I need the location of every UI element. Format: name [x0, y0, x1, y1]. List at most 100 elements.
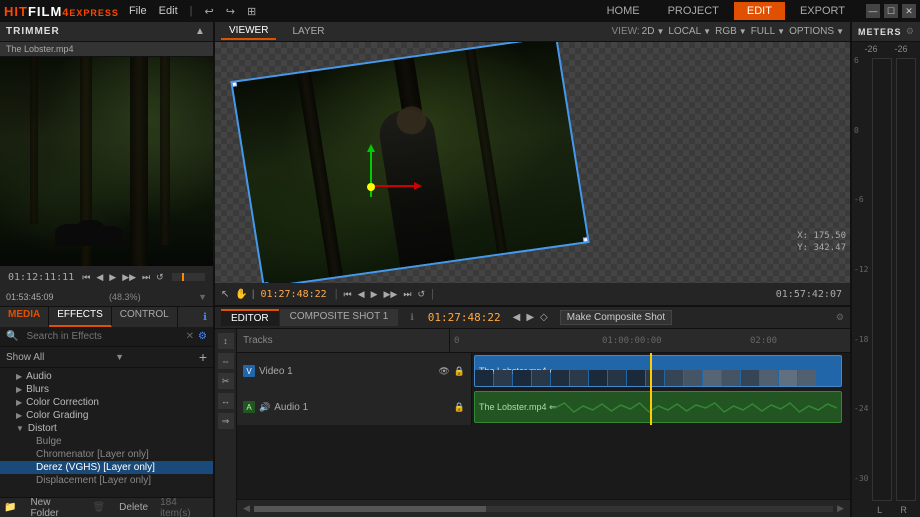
effects-add-btn[interactable]: + — [199, 349, 207, 365]
redo-icon[interactable]: ↪ — [226, 5, 235, 18]
tab-project[interactable]: PROJECT — [655, 2, 732, 20]
tab-editor[interactable]: EDITOR — [221, 309, 279, 326]
timeline-scroll-left[interactable]: ◀ — [243, 503, 250, 514]
meters-settings-btn[interactable]: ⚙ — [906, 26, 914, 37]
timeline-tool-1[interactable]: ↕ — [218, 333, 234, 349]
audio-lock-btn[interactable]: 🔒 — [454, 402, 465, 413]
trimmer-timeline[interactable] — [172, 273, 205, 281]
timeline-scroll-right[interactable]: ▶ — [837, 503, 844, 514]
timeline-side-tools: ↕ ⇔ ✂ ↔ ⇒ — [215, 329, 237, 517]
thumb-6 — [570, 370, 588, 387]
video-visibility-btn[interactable]: 👁 — [438, 366, 449, 377]
trimmer-play-btn[interactable]: ▶ — [107, 271, 118, 284]
viewer-loop-btn[interactable]: ↺ — [415, 288, 427, 301]
audio-track-content: The Lobster.mp4 ⇐ — [472, 389, 850, 425]
tab-export[interactable]: EXPORT — [787, 2, 858, 20]
category-color-correction[interactable]: ▶ Color Correction — [0, 396, 213, 409]
full-mode-dropdown[interactable]: FULL ▼ — [751, 26, 785, 37]
editor-settings-btn[interactable]: ⚙ — [836, 312, 844, 323]
rgb-mode-dropdown[interactable]: RGB ▼ — [715, 26, 747, 37]
grid-icon[interactable]: ⊞ — [247, 5, 256, 18]
audio-mute-btn[interactable]: 🔊 — [259, 402, 270, 413]
editor-add-marker[interactable]: ◇ — [540, 312, 548, 323]
tab-media[interactable]: MEDIA — [0, 307, 49, 327]
viewer-play-btn[interactable]: ▶ — [369, 288, 380, 301]
local-label: LOCAL — [668, 26, 701, 37]
trimmer-play-start-btn[interactable]: ⏮ — [80, 271, 92, 284]
thumb-14 — [722, 370, 740, 387]
effects-settings-btn[interactable]: ⚙ — [198, 331, 207, 342]
editor-next-marker[interactable]: ▶ — [526, 312, 534, 323]
tab-home[interactable]: HOME — [594, 2, 653, 20]
tab-viewer[interactable]: VIEWER — [221, 23, 276, 40]
editor-prev-marker[interactable]: ◀ — [513, 312, 521, 323]
viewer-canvas[interactable]: X: 175.50 Y: 342.47 — [215, 42, 850, 283]
effects-search-input[interactable] — [22, 330, 181, 343]
trimmer-next-frame-btn[interactable]: ▶▶ — [120, 271, 138, 284]
tracks-label: Tracks — [237, 329, 450, 353]
handle-bl[interactable] — [260, 282, 269, 283]
editor-section: EDITOR COMPOSITE SHOT 1 ℹ 01:27:48:22 ◀ … — [215, 307, 850, 517]
viewer-play-start-btn[interactable]: ⏮ — [342, 288, 354, 301]
timeline-scrollbar[interactable] — [254, 506, 833, 512]
category-audio[interactable]: ▶ Audio — [0, 370, 213, 383]
video-clip[interactable]: The Lobster.mp4 ⇐ — [474, 355, 842, 387]
view-mode-dropdown[interactable]: VIEW: 2D ▼ — [612, 26, 665, 37]
menu-edit-item[interactable]: Edit — [159, 5, 178, 18]
viewer-play-end-btn[interactable]: ⏭ — [401, 288, 413, 301]
options-dropdown[interactable]: OPTIONS ▼ — [789, 26, 844, 37]
thumb-9 — [627, 370, 645, 387]
viewer-prev-frame-btn[interactable]: ◀ — [356, 288, 367, 301]
thumb-4 — [532, 370, 550, 387]
tab-edit[interactable]: EDIT — [734, 2, 785, 20]
audio-clip[interactable]: The Lobster.mp4 ⇐ — [474, 391, 842, 423]
trimmer-loop-btn[interactable]: ↺ — [154, 271, 166, 284]
viewer-hand-tool[interactable]: ✋ — [233, 289, 249, 300]
scale-0: 0 — [854, 126, 868, 135]
tab-effects[interactable]: EFFECTS — [49, 307, 112, 327]
video-lock-btn[interactable]: 🔒 — [454, 366, 465, 377]
local-mode-dropdown[interactable]: LOCAL ▼ — [668, 26, 711, 37]
show-all-chevron[interactable]: ▼ — [115, 352, 124, 362]
close-button[interactable]: ✕ — [902, 4, 916, 18]
distort-caret: ▼ — [16, 424, 24, 433]
trimmer-expand-icon[interactable]: ▲ — [193, 25, 207, 39]
timeline-tool-5[interactable]: ⇒ — [218, 413, 234, 429]
effect-derez[interactable]: Derez (VGHS) [Layer only] — [0, 461, 213, 474]
effect-chromenator[interactable]: Chromenator [Layer only] — [0, 448, 213, 461]
color-correction-label: Color Correction — [26, 397, 99, 408]
timeline-tool-4[interactable]: ↔ — [218, 393, 234, 409]
timeline-tool-2[interactable]: ⇔ — [218, 353, 234, 369]
effect-displacement[interactable]: Displacement [Layer only] — [0, 474, 213, 487]
viewer-select-tool[interactable]: ↖ — [219, 289, 231, 300]
maximize-button[interactable]: ☐ — [884, 4, 898, 18]
new-folder-button[interactable]: New Folder — [26, 496, 84, 517]
effects-search-clear[interactable]: ✕ — [186, 331, 194, 342]
category-blurs[interactable]: ▶ Blurs — [0, 383, 213, 396]
category-color-grading[interactable]: ▶ Color Grading — [0, 409, 213, 422]
menu-file[interactable]: File — [129, 5, 147, 18]
color-correction-caret: ▶ — [16, 398, 22, 407]
category-distort[interactable]: ▼ Distort — [0, 422, 213, 435]
trimmer-zoom-expand[interactable]: ▼ — [198, 292, 207, 302]
undo-icon[interactable]: ↩ — [205, 5, 214, 18]
trimmer-prev-frame-btn[interactable]: ◀ — [94, 271, 105, 284]
tab-control[interactable]: CONTROL — [112, 307, 178, 327]
timeline-tool-3[interactable]: ✂ — [218, 373, 234, 389]
trimmer-play-end-btn[interactable]: ⏭ — [140, 271, 152, 284]
viewer-next-frame-btn[interactable]: ▶▶ — [382, 288, 400, 301]
editor-info-btn[interactable]: ℹ — [410, 312, 413, 323]
meter-bottom-l: L — [877, 505, 882, 515]
make-composite-shot-button[interactable]: Make Composite Shot — [560, 310, 672, 325]
gizmo-center-dot[interactable] — [367, 183, 375, 191]
scale-n12: -12 — [854, 265, 868, 274]
tab-layer[interactable]: LAYER — [284, 24, 332, 39]
effects-settings-icon[interactable]: ℹ — [197, 307, 213, 327]
trimmer-zoom-label[interactable]: (48.3%) — [109, 292, 141, 302]
color-grading-caret: ▶ — [16, 411, 22, 420]
effect-bulge[interactable]: Bulge — [0, 435, 213, 448]
minimize-button[interactable]: — — [866, 4, 880, 18]
thumb-1 — [475, 370, 493, 387]
delete-button[interactable]: Delete — [115, 501, 152, 514]
tab-composite-shot[interactable]: COMPOSITE SHOT 1 — [280, 309, 399, 326]
